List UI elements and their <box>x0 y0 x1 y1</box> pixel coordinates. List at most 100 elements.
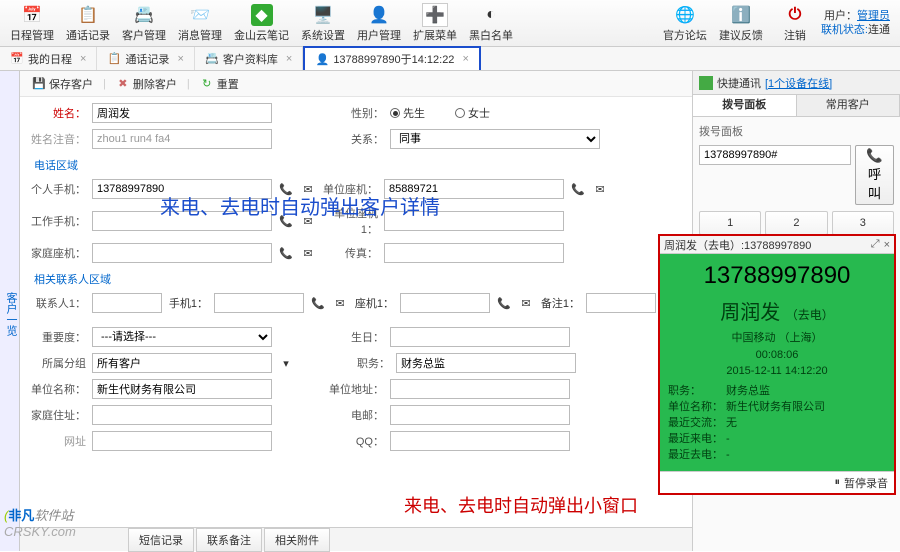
call-button[interactable]: 📞呼叫 <box>855 145 894 205</box>
sms-icon[interactable]: ✉ <box>332 295 348 311</box>
sms-icon[interactable]: ✉ <box>592 181 608 197</box>
sms-icon[interactable]: ✉ <box>518 295 534 311</box>
c-tel-label: 座机1： <box>354 295 394 311</box>
record-icon[interactable]: ⏸ <box>835 476 841 489</box>
tb-customer[interactable]: 📇客户管理 <box>116 2 172 45</box>
relation-label: 关系： <box>328 131 384 147</box>
popup-close-icon[interactable]: × <box>884 239 890 251</box>
pinyin-input[interactable] <box>92 129 272 149</box>
tab-calllog[interactable]: 📋通话记录× <box>97 47 194 70</box>
home-label: 家庭座机： <box>30 245 86 261</box>
action-bar: 💾保存客户 | ✖删除客户 | ↻重置 <box>20 71 692 97</box>
c-note-label: 备注1： <box>540 295 580 311</box>
close-icon[interactable]: × <box>286 53 292 65</box>
dial-input[interactable] <box>699 145 851 165</box>
haddr-label: 家庭住址： <box>30 407 86 423</box>
net-input[interactable] <box>92 431 272 451</box>
online-link[interactable]: [1个设备在线] <box>765 75 832 91</box>
delete-button[interactable]: ✖删除客户 <box>110 74 183 94</box>
addr-input[interactable] <box>390 379 570 399</box>
job-label: 职务： <box>334 355 390 371</box>
pause-rec-button[interactable]: 暂停录音 <box>844 475 888 491</box>
comm-icon <box>699 76 713 90</box>
chevron-down-icon[interactable]: ▾ <box>278 355 294 371</box>
tb-settings[interactable]: 🖥️系统设置 <box>295 2 351 45</box>
tb-schedule[interactable]: 📅日程管理 <box>4 2 60 45</box>
name-input[interactable] <box>92 103 272 123</box>
call-icon[interactable]: 📞 <box>570 181 586 197</box>
tb-message[interactable]: 📨消息管理 <box>172 2 228 45</box>
c-tel-input[interactable] <box>400 293 490 313</box>
group-input[interactable] <box>92 353 272 373</box>
c-name-input[interactable] <box>92 293 162 313</box>
doc-tabs: 📅我的日程× 📋通话记录× 📇客户资料库× 👤13788997890于14:12… <box>0 47 900 71</box>
sms-icon[interactable]: ✉ <box>300 245 316 261</box>
radio-male[interactable]: 先生 <box>390 105 425 121</box>
comp-label: 单位名称： <box>30 381 86 397</box>
customer-form: 姓名： 性别： 先生 女士 姓名注音： 关系： 同事 电话区域 个人手机： 📞✉… <box>20 97 692 463</box>
popup-title: 周润发（去电）:13788997890 <box>664 237 867 253</box>
tab-customers[interactable]: 📇客户资料库× <box>195 47 303 70</box>
user-link[interactable]: 管理员 <box>857 10 890 22</box>
reset-button[interactable]: ↻重置 <box>194 74 245 94</box>
popup-carrier: 中国移动 （上海） <box>668 329 886 345</box>
home-input[interactable] <box>92 243 272 263</box>
tb-users[interactable]: 👤用户管理 <box>351 2 407 45</box>
btab-notes[interactable]: 联系备注 <box>196 528 262 552</box>
popup-number: 13788997890 <box>668 262 886 290</box>
qq-input[interactable] <box>390 431 570 451</box>
key-1[interactable]: 1 <box>699 211 761 235</box>
popup-name: 周润发 （去电） <box>668 296 886 325</box>
call-icon[interactable]: 📞 <box>496 295 512 311</box>
call-popup: 周润发（去电）:13788997890 ⤢ × 13788997890 周润发 … <box>658 234 896 495</box>
key-3[interactable]: 3 <box>832 211 894 235</box>
call-icon[interactable]: 📞 <box>310 295 326 311</box>
tb-extend[interactable]: ➕扩展菜单 <box>407 2 463 45</box>
tb-forum[interactable]: 🌐官方论坛 <box>657 2 713 45</box>
tb-cloud[interactable]: ◆金山云笔记 <box>228 2 295 45</box>
tb-feedback[interactable]: ℹ️建议反馈 <box>713 2 769 45</box>
tab-detail[interactable]: 👤13788997890于14:12:22× <box>303 46 481 70</box>
haddr-input[interactable] <box>92 405 272 425</box>
popup-time: 2015-12-11 14:12:20 <box>668 365 886 377</box>
relation-select[interactable]: 同事 <box>390 129 600 149</box>
fax-input[interactable] <box>384 243 564 263</box>
annotation-2: 来电、去电时自动弹出小窗口 <box>404 492 638 518</box>
close-icon[interactable]: × <box>80 53 86 65</box>
job-input[interactable] <box>396 353 576 373</box>
tb-blacklist[interactable]: ◐黑白名单 <box>463 2 519 45</box>
comp-input[interactable] <box>92 379 272 399</box>
close-icon[interactable]: × <box>177 53 183 65</box>
btab-sms[interactable]: 短信记录 <box>128 528 194 552</box>
pinyin-label: 姓名注音： <box>30 131 86 147</box>
dial-title: 拨号面板 <box>699 123 894 139</box>
bday-label: 生日： <box>328 329 384 345</box>
tab-schedule[interactable]: 📅我的日程× <box>0 47 97 70</box>
popup-duration: 00:08:06 <box>668 349 886 361</box>
group-label: 所属分组 <box>30 355 86 371</box>
imp-select[interactable]: ---请选择--- <box>92 327 272 347</box>
sidebar-customers[interactable]: 客户一览 <box>0 71 20 551</box>
popup-pin-icon[interactable]: ⤢ <box>871 238 880 251</box>
rtab-freq[interactable]: 常用客户 <box>797 95 900 116</box>
mobile-label: 个人手机： <box>30 181 86 197</box>
key-2[interactable]: 2 <box>765 211 827 235</box>
tb-logout[interactable]: ⏻注销 <box>769 2 821 45</box>
save-button[interactable]: 💾保存客户 <box>26 74 99 94</box>
btab-attach[interactable]: 相关附件 <box>264 528 330 552</box>
email-input[interactable] <box>390 405 570 425</box>
annotation-1: 来电、去电时自动弹出客户详情 <box>160 191 440 220</box>
imp-label: 重要度： <box>30 329 86 345</box>
c-note-input[interactable] <box>586 293 656 313</box>
bday-input[interactable] <box>390 327 570 347</box>
call-icon[interactable]: 📞 <box>278 245 294 261</box>
tb-calllog[interactable]: 📋通话记录 <box>60 2 116 45</box>
c-mobile-input[interactable] <box>214 293 304 313</box>
watermark: (非凡软件站 CRSKY.com <box>4 505 76 539</box>
main-toolbar: 📅日程管理 📋通话记录 📇客户管理 📨消息管理 ◆金山云笔记 🖥️系统设置 👤用… <box>0 0 900 47</box>
rtab-dial[interactable]: 拨号面板 <box>693 95 797 116</box>
radio-female[interactable]: 女士 <box>455 105 490 121</box>
bottom-tabs: 短信记录 联系备注 相关附件 <box>20 527 692 551</box>
section-phone: 电话区域 <box>34 157 682 173</box>
close-icon[interactable]: × <box>462 53 468 65</box>
